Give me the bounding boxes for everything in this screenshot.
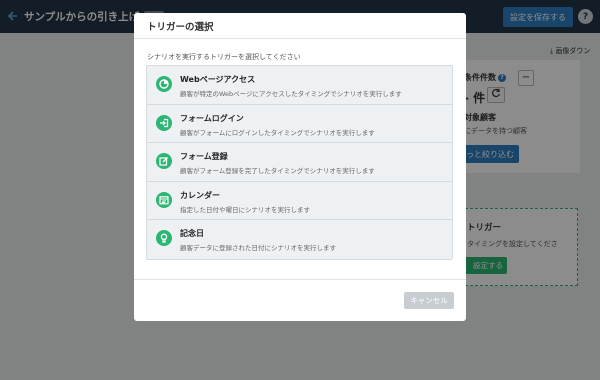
calendar-icon [156, 191, 172, 208]
option-desc: 顧客がフォームにログインしたタイミングでシナリオを実行します [180, 128, 375, 137]
anniversary-icon [156, 230, 172, 247]
trigger-option-list: Webページアクセス 顧客が特定のWebページにアクセスしたタイミングでシナリオ… [146, 65, 453, 260]
pie-icon [156, 76, 172, 92]
trigger-option-form-register[interactable]: フォーム登録 顧客がフォーム登録を完了したタイミングでシナリオを実行します [147, 143, 452, 182]
option-title: フォームログイン [180, 113, 244, 123]
option-desc: 顧客が特定のWebページにアクセスしたタイミングでシナリオを実行します [180, 90, 402, 98]
trigger-option-web-access[interactable]: Webページアクセス 顧客が特定のWebページにアクセスしたタイミングでシナリオ… [147, 66, 452, 105]
option-desc: 顧客がフォーム登録を完了したタイミングでシナリオを実行します [180, 167, 375, 176]
option-desc: 顧客データに登録された日付にシナリオを実行します [180, 244, 336, 253]
trigger-option-calendar[interactable]: カレンダー 指定した日付や曜日にシナリオを実行します [147, 182, 452, 221]
login-icon [156, 114, 172, 131]
modal-title: トリガーの選択 [134, 13, 466, 39]
option-desc: 指定した日付や曜日にシナリオを実行します [180, 205, 310, 214]
edit-icon [156, 153, 172, 170]
modal-footer: キャンセル [134, 279, 466, 321]
option-title: Webページアクセス [180, 75, 256, 84]
option-title: 記念日 [180, 229, 204, 239]
option-title: カレンダー [180, 190, 220, 200]
trigger-option-anniversary[interactable]: 記念日 顧客データに登録された日付にシナリオを実行します [147, 220, 452, 259]
trigger-select-modal: トリガーの選択 シナリオを実行するトリガーを選択してください Webページアクセ… [134, 13, 466, 321]
trigger-option-form-login[interactable]: フォームログイン 顧客がフォームにログインしたタイミングでシナリオを実行します [147, 105, 452, 144]
cancel-button[interactable]: キャンセル [404, 292, 454, 309]
modal-instruction: シナリオを実行するトリガーを選択してください [147, 53, 301, 61]
option-title: フォーム登録 [180, 152, 228, 162]
